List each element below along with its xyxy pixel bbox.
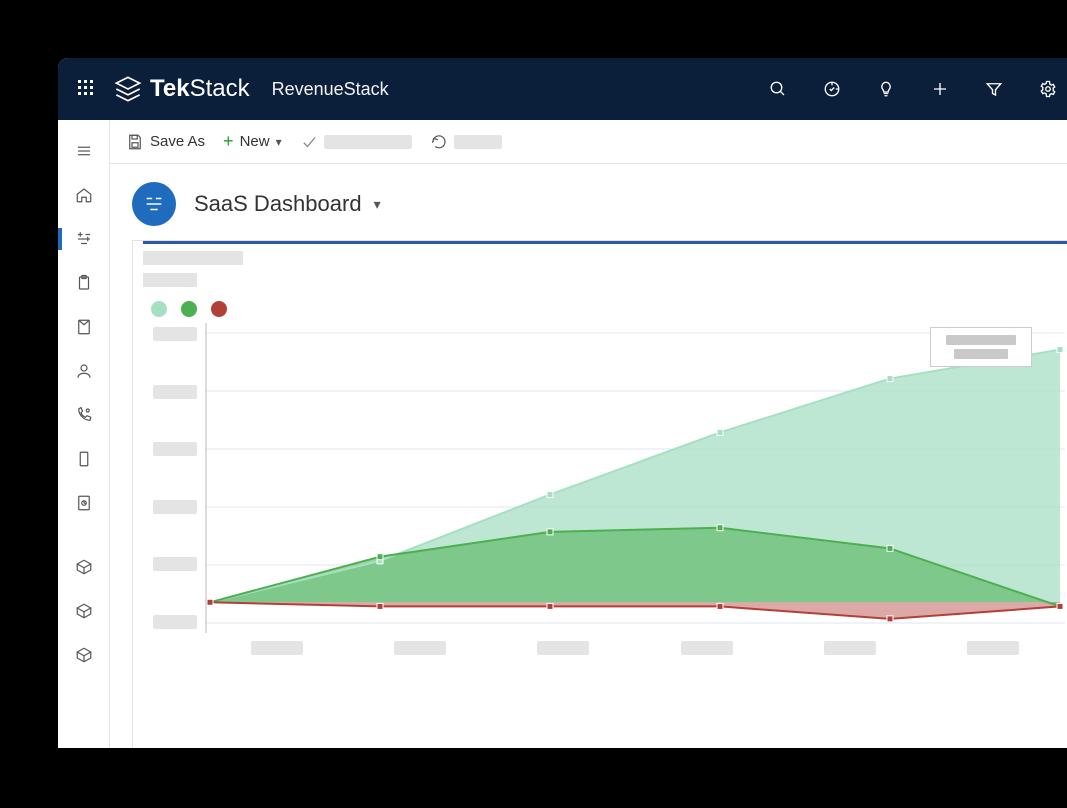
dashboard-avatar-icon [132,182,176,226]
new-label: New [240,133,270,150]
bookmark-icon[interactable] [58,308,110,346]
plus-icon: + [223,131,234,152]
command-bar: Save As + New ▾ [110,120,1067,164]
chart-y-axis-labels [143,323,205,633]
chart-x-axis-labels [143,641,1067,655]
chart-plot-area[interactable] [205,323,1067,633]
skeleton-x-tick [824,641,876,655]
left-sidebar [58,120,110,748]
cube-icon[interactable] [58,636,110,674]
dashboard-icon[interactable] [58,220,110,258]
report-icon[interactable] [58,484,110,522]
product-name[interactable]: RevenueStack [272,79,389,100]
app-window: TekStack RevenueStack [58,58,1067,748]
skeleton-x-tick [394,641,446,655]
target-icon[interactable] [822,79,842,99]
skeleton-y-tick [153,615,197,629]
home-icon[interactable] [58,176,110,214]
legend-dot-series-1[interactable] [181,301,197,317]
cmd-refresh-button[interactable] [430,133,502,151]
skeleton-y-tick [153,385,197,399]
skeleton-text [143,273,197,287]
skeleton-text [143,251,243,265]
chevron-down-icon: ▾ [374,196,381,213]
skeleton-x-tick [537,641,589,655]
skeleton-text [954,349,1008,359]
gear-icon[interactable] [1038,79,1058,99]
brand-logo[interactable]: TekStack [114,75,250,103]
plus-icon[interactable] [930,79,950,99]
brand-text: TekStack [150,75,250,103]
page-title-dropdown[interactable]: SaaS Dashboard ▾ [194,191,381,217]
skeleton-y-tick [153,327,197,341]
skeleton-x-tick [251,641,303,655]
skeleton-x-tick [967,641,1019,655]
skeleton-y-tick [153,442,197,456]
app-launcher-icon[interactable] [78,80,96,98]
save-as-label: Save As [150,133,205,150]
device-icon[interactable] [58,440,110,478]
chart-card [132,240,1067,748]
person-icon[interactable] [58,352,110,390]
skeleton-x-tick [681,641,733,655]
page-header: SaaS Dashboard ▾ [110,164,1067,240]
save-as-button[interactable]: Save As [126,133,205,151]
cube-icon[interactable] [58,548,110,586]
skeleton-text [454,135,502,149]
top-nav-bar: TekStack RevenueStack [58,58,1067,120]
chart-svg [205,323,1065,633]
main-content: Save As + New ▾ [110,120,1067,748]
card-accent-bar [143,241,1067,244]
clipboard-icon[interactable] [58,264,110,302]
skeleton-text [324,135,412,149]
new-button[interactable]: + New ▾ [223,131,282,152]
page-title: SaaS Dashboard [194,191,362,217]
skeleton-y-tick [153,500,197,514]
filter-icon[interactable] [984,79,1004,99]
legend-dot-series-0[interactable] [151,301,167,317]
phone-settings-icon[interactable] [58,396,110,434]
cmd-check-button[interactable] [300,133,412,151]
lightbulb-icon[interactable] [876,79,896,99]
chart-legend [151,301,1067,317]
skeleton-text [946,335,1016,345]
chart-tooltip [930,327,1032,367]
chevron-down-icon: ▾ [276,135,282,149]
cube-icon[interactable] [58,592,110,630]
search-icon[interactable] [768,79,788,99]
skeleton-y-tick [153,557,197,571]
hamburger-icon[interactable] [58,132,110,170]
legend-dot-series-2[interactable] [211,301,227,317]
